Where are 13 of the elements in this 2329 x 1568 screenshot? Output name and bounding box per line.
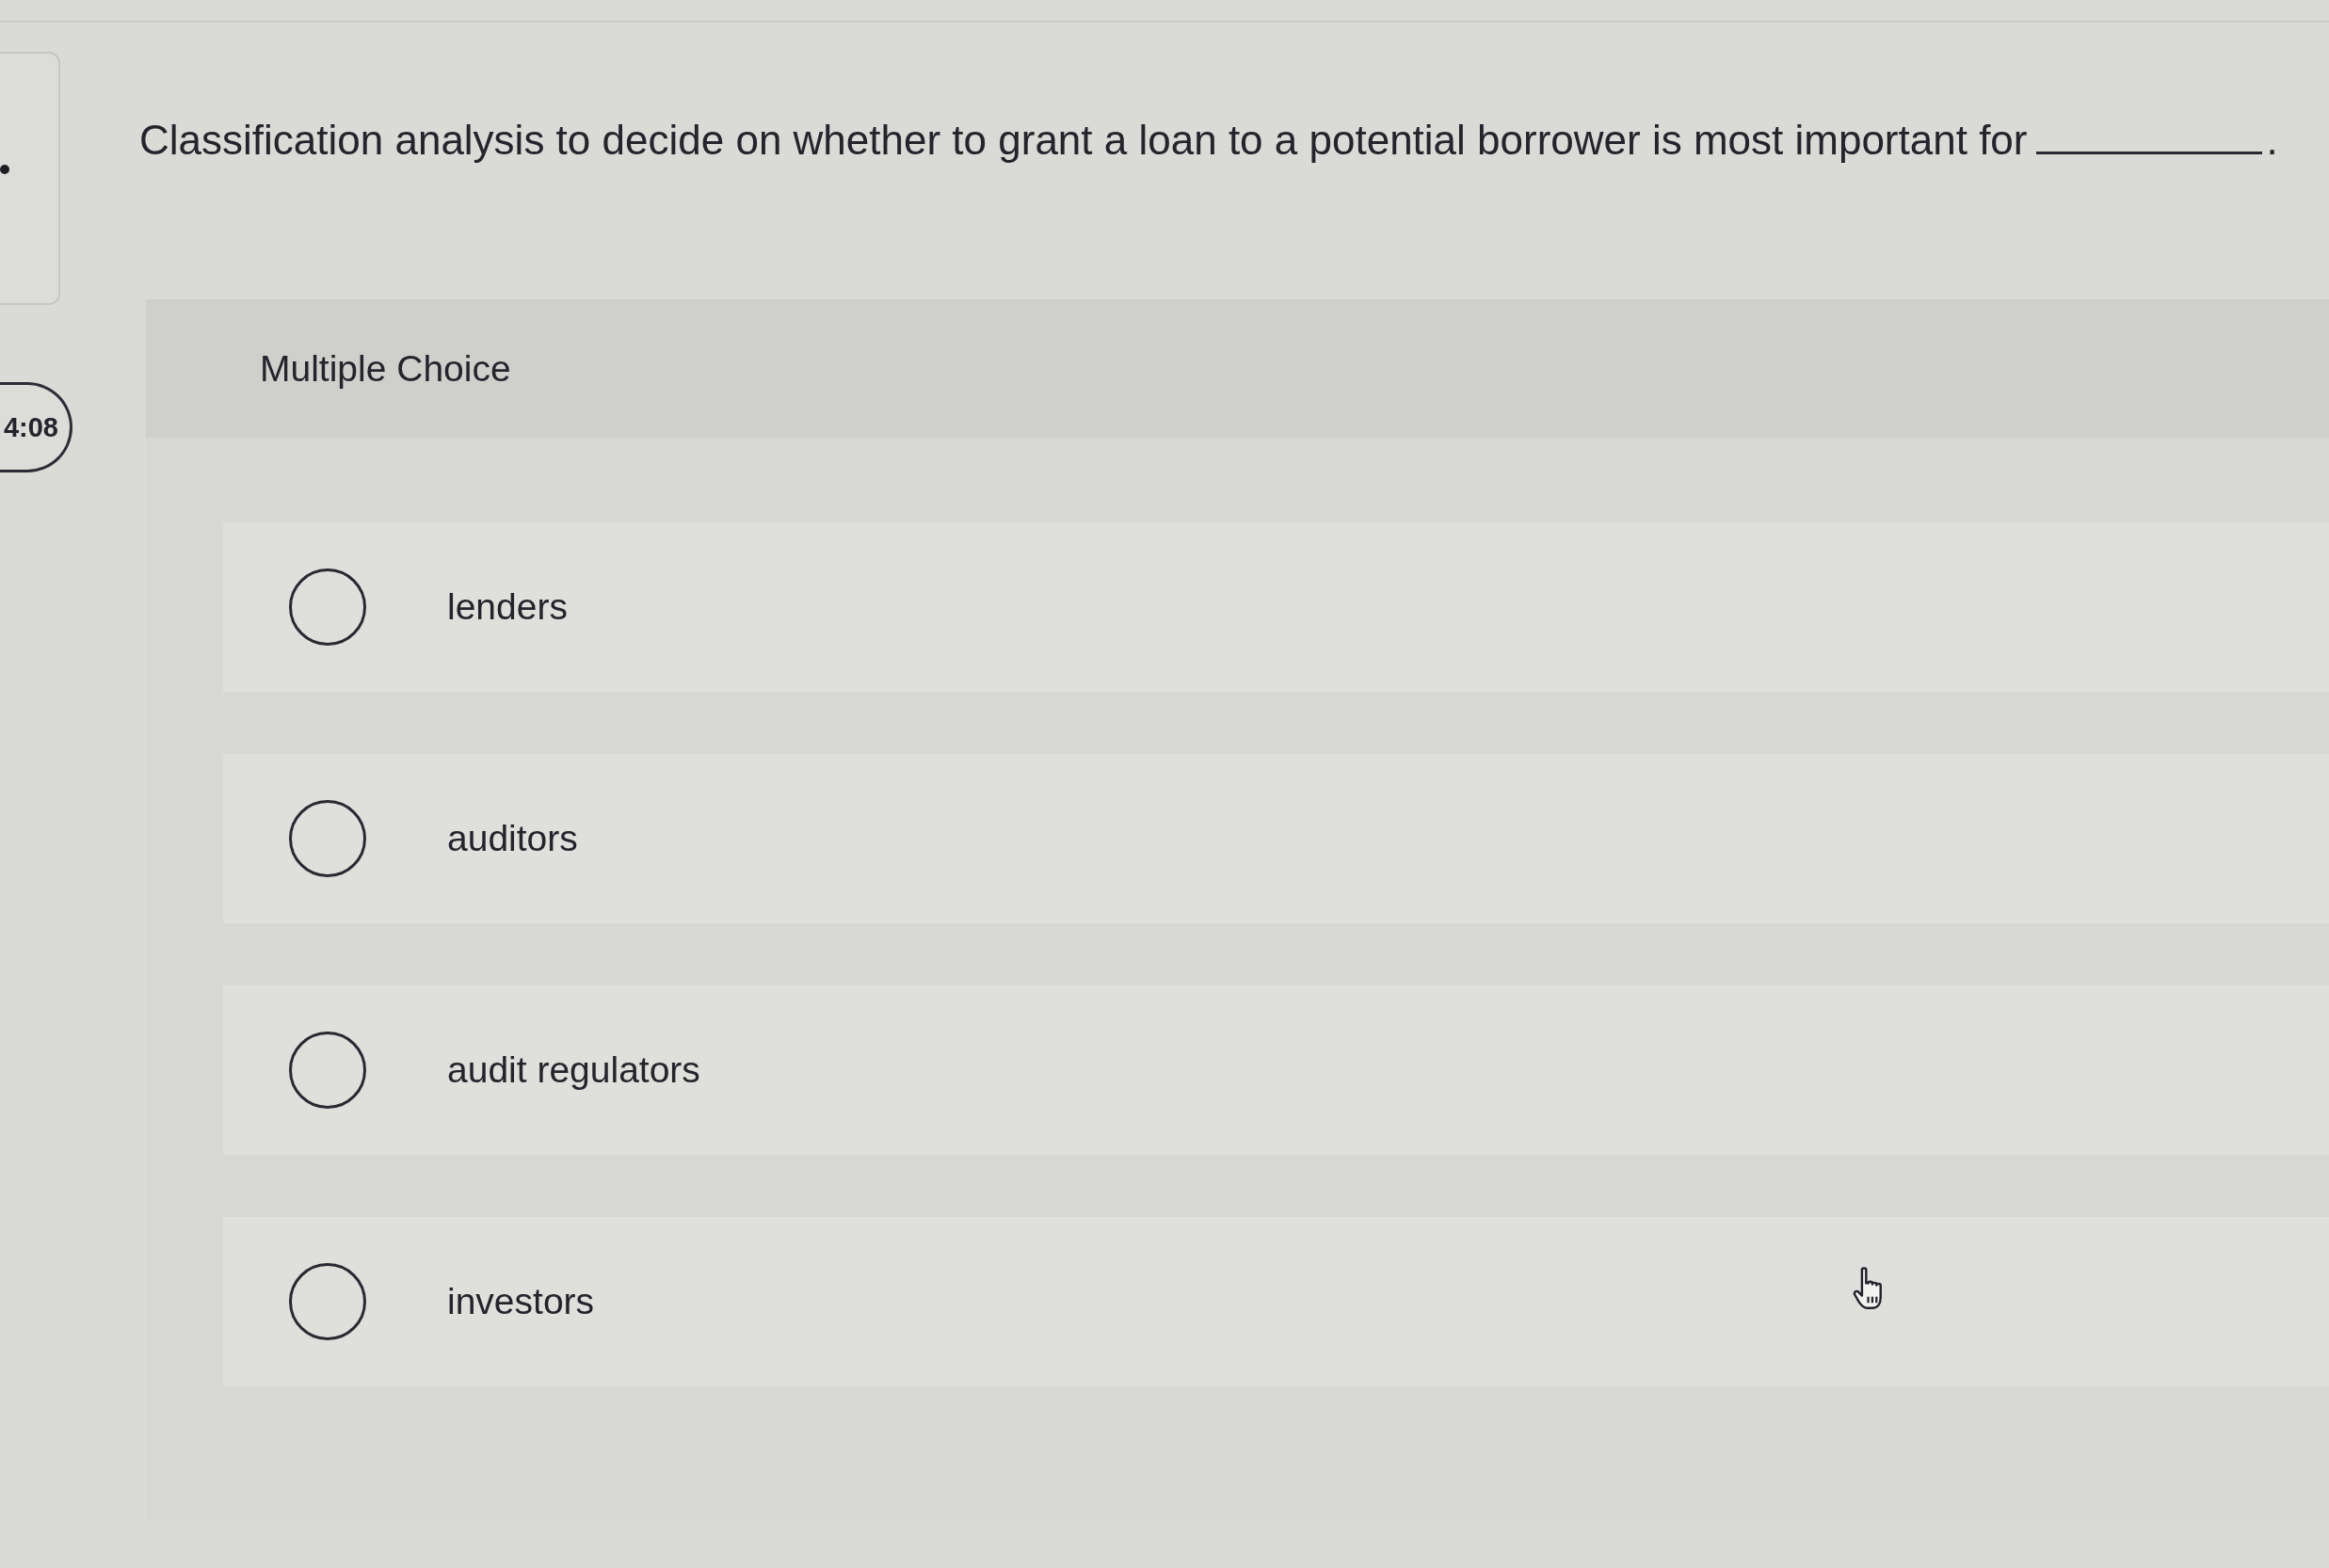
option-label[interactable]: lenders (447, 586, 568, 628)
dot-icon (0, 164, 9, 174)
option-label[interactable]: investors (447, 1281, 595, 1322)
radio-button[interactable] (289, 568, 366, 646)
timer-pill[interactable]: 4:08 (0, 382, 72, 472)
sentence-period: . (2266, 117, 2278, 164)
question-text: Classification analysis to decide on whether to grant a loan to a potential borrower is most important for (139, 117, 2028, 164)
question-type-label: Multiple Choice (260, 347, 511, 390)
option-label[interactable]: audit regulators (447, 1049, 700, 1091)
radio-button[interactable] (289, 1032, 366, 1109)
radio-button[interactable] (289, 1263, 366, 1340)
radio-button[interactable] (289, 800, 366, 877)
option-label[interactable]: auditors (447, 818, 578, 859)
